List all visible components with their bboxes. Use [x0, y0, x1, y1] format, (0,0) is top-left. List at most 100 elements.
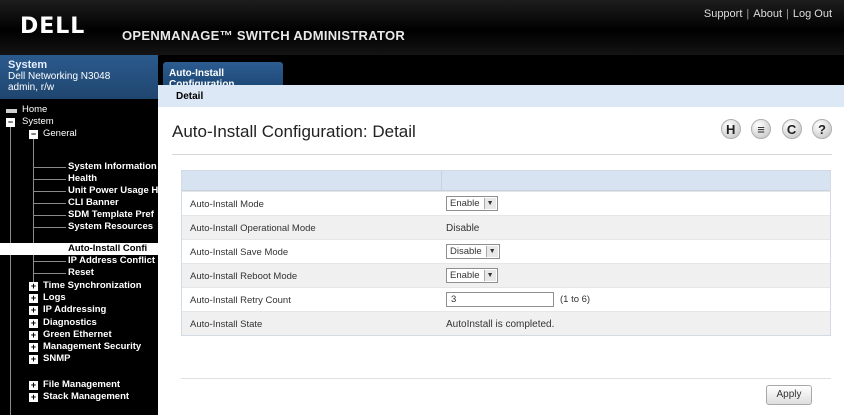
- app-window: DELL OPENMANAGE™ SWITCH ADMINISTRATOR Su…: [0, 0, 844, 415]
- nav-diagnostics[interactable]: Diagnostics: [43, 317, 97, 329]
- save-mode-select[interactable]: Disable ▼: [446, 244, 500, 259]
- logout-link[interactable]: Log Out: [793, 8, 832, 20]
- subtab-bar: Detail: [158, 85, 844, 107]
- nav-tree: Home − System − General System Informati…: [0, 99, 158, 415]
- nav-ip-address-conflict[interactable]: IP Address Conflict: [68, 255, 155, 267]
- user-info: admin, r/w: [8, 82, 55, 93]
- nav-reset[interactable]: Reset: [68, 267, 94, 279]
- config-table: Auto-Install Mode Enable ▼ Auto-Install O…: [181, 170, 831, 336]
- tree-line: [34, 203, 66, 204]
- row-reboot-mode: Auto-Install Reboot Mode Enable ▼: [182, 263, 830, 287]
- nav-health[interactable]: Health: [68, 173, 97, 185]
- label-auto-install-state: Auto-Install State: [190, 319, 263, 330]
- expand-icon[interactable]: +: [29, 343, 38, 352]
- label-reboot-mode: Auto-Install Reboot Mode: [190, 271, 298, 282]
- dell-logo: DELL: [20, 14, 86, 39]
- nav-system[interactable]: System: [22, 116, 54, 128]
- device-name: Dell Networking N3048: [8, 71, 111, 82]
- nav-home[interactable]: Home: [22, 104, 47, 116]
- value-cell: 3 (1 to 6): [446, 292, 590, 307]
- expand-icon[interactable]: +: [29, 393, 38, 402]
- value-cell: Enable ▼: [446, 196, 498, 211]
- nav-time-sync[interactable]: Time Synchronization: [43, 280, 142, 292]
- tab-bar: Auto-Install Configuration: [158, 55, 844, 90]
- table-header: [182, 171, 830, 191]
- app-title: OPENMANAGE™ SWITCH ADMINISTRATOR: [122, 28, 406, 43]
- nav-sdm-template[interactable]: SDM Template Pref: [68, 209, 154, 221]
- sidebar-title: System: [8, 59, 48, 71]
- row-auto-install-state: Auto-Install State AutoInstall is comple…: [182, 311, 830, 335]
- nav-logs[interactable]: Logs: [43, 292, 66, 304]
- tree-line: [10, 127, 11, 415]
- expand-icon[interactable]: +: [29, 319, 38, 328]
- subtab-detail[interactable]: Detail: [176, 91, 203, 102]
- tree-line: [33, 139, 34, 287]
- about-link[interactable]: About: [753, 8, 782, 20]
- select-value: Disable: [450, 246, 482, 257]
- nav-stack-management[interactable]: Stack Management: [43, 391, 129, 403]
- operational-mode-value: Disable: [446, 223, 480, 234]
- help-icon[interactable]: ?: [812, 119, 832, 139]
- label-auto-install-mode: Auto-Install Mode: [190, 199, 264, 210]
- retry-count-input[interactable]: 3: [446, 292, 554, 307]
- select-value: Enable: [450, 270, 480, 281]
- dropdown-arrow-icon: ▼: [483, 270, 496, 281]
- header-divider: [441, 171, 442, 191]
- nav-snmp[interactable]: SNMP: [43, 353, 70, 365]
- refresh-icon[interactable]: C: [781, 119, 802, 139]
- row-auto-install-mode: Auto-Install Mode Enable ▼: [182, 191, 830, 215]
- nav-unit-power-usage[interactable]: Unit Power Usage H: [68, 185, 158, 197]
- label-retry-count: Auto-Install Retry Count: [190, 295, 291, 306]
- nav-auto-install-config[interactable]: Auto-Install Confi: [0, 243, 158, 255]
- nav-ip-addressing[interactable]: IP Addressing: [43, 304, 106, 316]
- tree-line: [34, 227, 66, 228]
- expand-icon[interactable]: +: [29, 381, 38, 390]
- row-save-mode: Auto-Install Save Mode Disable ▼: [182, 239, 830, 263]
- label-save-mode: Auto-Install Save Mode: [190, 247, 289, 258]
- nav-system-information[interactable]: System Information: [68, 161, 157, 173]
- link-separator: |: [786, 8, 789, 20]
- row-retry-count: Auto-Install Retry Count 3 (1 to 6): [182, 287, 830, 311]
- toolbar-icons: H ≡ C ?: [715, 119, 832, 139]
- tree-line: [34, 191, 66, 192]
- print-icon[interactable]: ≡: [751, 119, 772, 139]
- collapse-icon[interactable]: −: [29, 130, 38, 139]
- expand-icon[interactable]: +: [29, 355, 38, 364]
- auto-install-mode-select[interactable]: Enable ▼: [446, 196, 498, 211]
- dropdown-arrow-icon: ▼: [485, 246, 498, 257]
- sidebar-header: System Dell Networking N3048 admin, r/w: [0, 55, 158, 99]
- value-cell: Disable ▼: [446, 244, 500, 259]
- tree-line: [34, 167, 66, 168]
- retry-count-range: (1 to 6): [560, 294, 591, 305]
- tree-line: [34, 179, 66, 180]
- nav-system-resources[interactable]: System Resources: [68, 221, 153, 233]
- top-header: DELL OPENMANAGE™ SWITCH ADMINISTRATOR Su…: [0, 0, 844, 55]
- expand-icon[interactable]: +: [29, 306, 38, 315]
- tree-line: [34, 273, 66, 274]
- expand-icon[interactable]: +: [29, 282, 38, 291]
- nav-management-security[interactable]: Management Security: [43, 341, 141, 353]
- label-operational-mode: Auto-Install Operational Mode: [190, 223, 316, 234]
- divider: [181, 378, 831, 379]
- nav-general[interactable]: General: [43, 128, 77, 140]
- nav-cli-banner[interactable]: CLI Banner: [68, 197, 119, 209]
- expand-icon[interactable]: +: [29, 331, 38, 340]
- apply-button[interactable]: Apply: [766, 385, 812, 405]
- support-link[interactable]: Support: [704, 8, 743, 20]
- home-icon: [6, 109, 17, 113]
- expand-icon[interactable]: +: [29, 294, 38, 303]
- divider: [172, 154, 832, 155]
- collapse-icon[interactable]: −: [6, 118, 15, 127]
- auto-install-state-value: AutoInstall is completed.: [446, 319, 555, 330]
- tree-line: [34, 261, 66, 262]
- top-links: Support | About | Log Out: [704, 8, 832, 20]
- nav-file-management[interactable]: File Management: [43, 379, 120, 391]
- dropdown-arrow-icon: ▼: [483, 198, 496, 209]
- select-value: Enable: [450, 198, 480, 209]
- row-operational-mode: Auto-Install Operational Mode Disable: [182, 215, 830, 239]
- reboot-mode-select[interactable]: Enable ▼: [446, 268, 498, 283]
- tab-auto-install-configuration[interactable]: Auto-Install Configuration: [163, 62, 283, 90]
- nav-green-ethernet[interactable]: Green Ethernet: [43, 329, 112, 341]
- help-h-icon[interactable]: H: [720, 119, 741, 139]
- page-title: Auto-Install Configuration: Detail: [172, 122, 416, 141]
